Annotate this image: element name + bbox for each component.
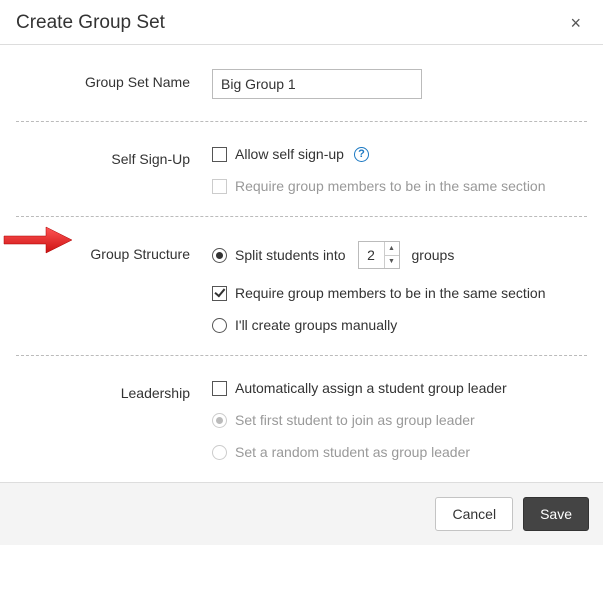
random-student-leader-radio [212, 445, 227, 460]
stepper-up-button[interactable]: ▲ [385, 242, 399, 256]
group-count-stepper[interactable]: 2 ▲ ▼ [358, 241, 400, 269]
section-group-set-name: Group Set Name [16, 45, 587, 122]
section-self-sign-up: Self Sign-Up Allow self sign-up ? Requir… [16, 122, 587, 217]
cancel-button[interactable]: Cancel [435, 497, 513, 531]
gs-require-same-section-option[interactable]: Require group members to be in the same … [212, 285, 587, 301]
manual-groups-radio[interactable] [212, 318, 227, 333]
first-student-leader-label: Set first student to join as group leade… [235, 412, 475, 428]
modal-header: Create Group Set × [0, 0, 603, 45]
create-group-set-modal: Create Group Set × Group Set Name [0, 0, 603, 545]
close-button[interactable]: × [564, 12, 587, 34]
split-students-radio[interactable] [212, 248, 227, 263]
modal-body: Group Set Name Self Sign-Up Allow self s… [0, 45, 603, 482]
auto-assign-leader-checkbox[interactable] [212, 381, 227, 396]
group-set-name-label: Group Set Name [16, 69, 212, 90]
ssu-require-same-section-option: Require group members to be in the same … [212, 178, 587, 194]
modal-footer: Cancel Save [0, 482, 603, 545]
group-count-value: 2 [359, 242, 384, 268]
modal-title: Create Group Set [16, 12, 165, 34]
group-structure-label: Group Structure [16, 241, 212, 262]
stepper-down-button[interactable]: ▼ [385, 256, 399, 269]
allow-self-sign-up-label: Allow self sign-up [235, 146, 344, 162]
allow-self-sign-up-checkbox[interactable] [212, 147, 227, 162]
help-icon[interactable]: ? [354, 147, 369, 162]
manual-groups-label: I'll create groups manually [235, 317, 397, 333]
first-student-leader-radio [212, 413, 227, 428]
gs-require-same-section-label: Require group members to be in the same … [235, 285, 546, 301]
gs-require-same-section-checkbox[interactable] [212, 286, 227, 301]
split-students-option[interactable]: Split students into 2 ▲ ▼ groups [212, 241, 587, 269]
allow-self-sign-up-option[interactable]: Allow self sign-up ? [212, 146, 587, 162]
split-students-pre: Split students into [235, 247, 346, 263]
section-group-structure: Group Structure Split students into 2 ▲ … [16, 217, 587, 356]
section-leadership: Leadership Automatically assign a studen… [16, 356, 587, 482]
ssu-require-same-section-checkbox [212, 179, 227, 194]
manual-groups-option[interactable]: I'll create groups manually [212, 317, 587, 333]
random-student-leader-label: Set a random student as group leader [235, 444, 470, 460]
save-button[interactable]: Save [523, 497, 589, 531]
group-set-name-input[interactable] [212, 69, 422, 99]
auto-assign-leader-option[interactable]: Automatically assign a student group lea… [212, 380, 587, 396]
first-student-leader-option: Set first student to join as group leade… [212, 412, 587, 428]
random-student-leader-option: Set a random student as group leader [212, 444, 587, 460]
split-students-post: groups [412, 247, 455, 263]
leadership-label: Leadership [16, 380, 212, 401]
auto-assign-leader-label: Automatically assign a student group lea… [235, 380, 507, 396]
self-sign-up-label: Self Sign-Up [16, 146, 212, 167]
ssu-require-same-section-label: Require group members to be in the same … [235, 178, 546, 194]
